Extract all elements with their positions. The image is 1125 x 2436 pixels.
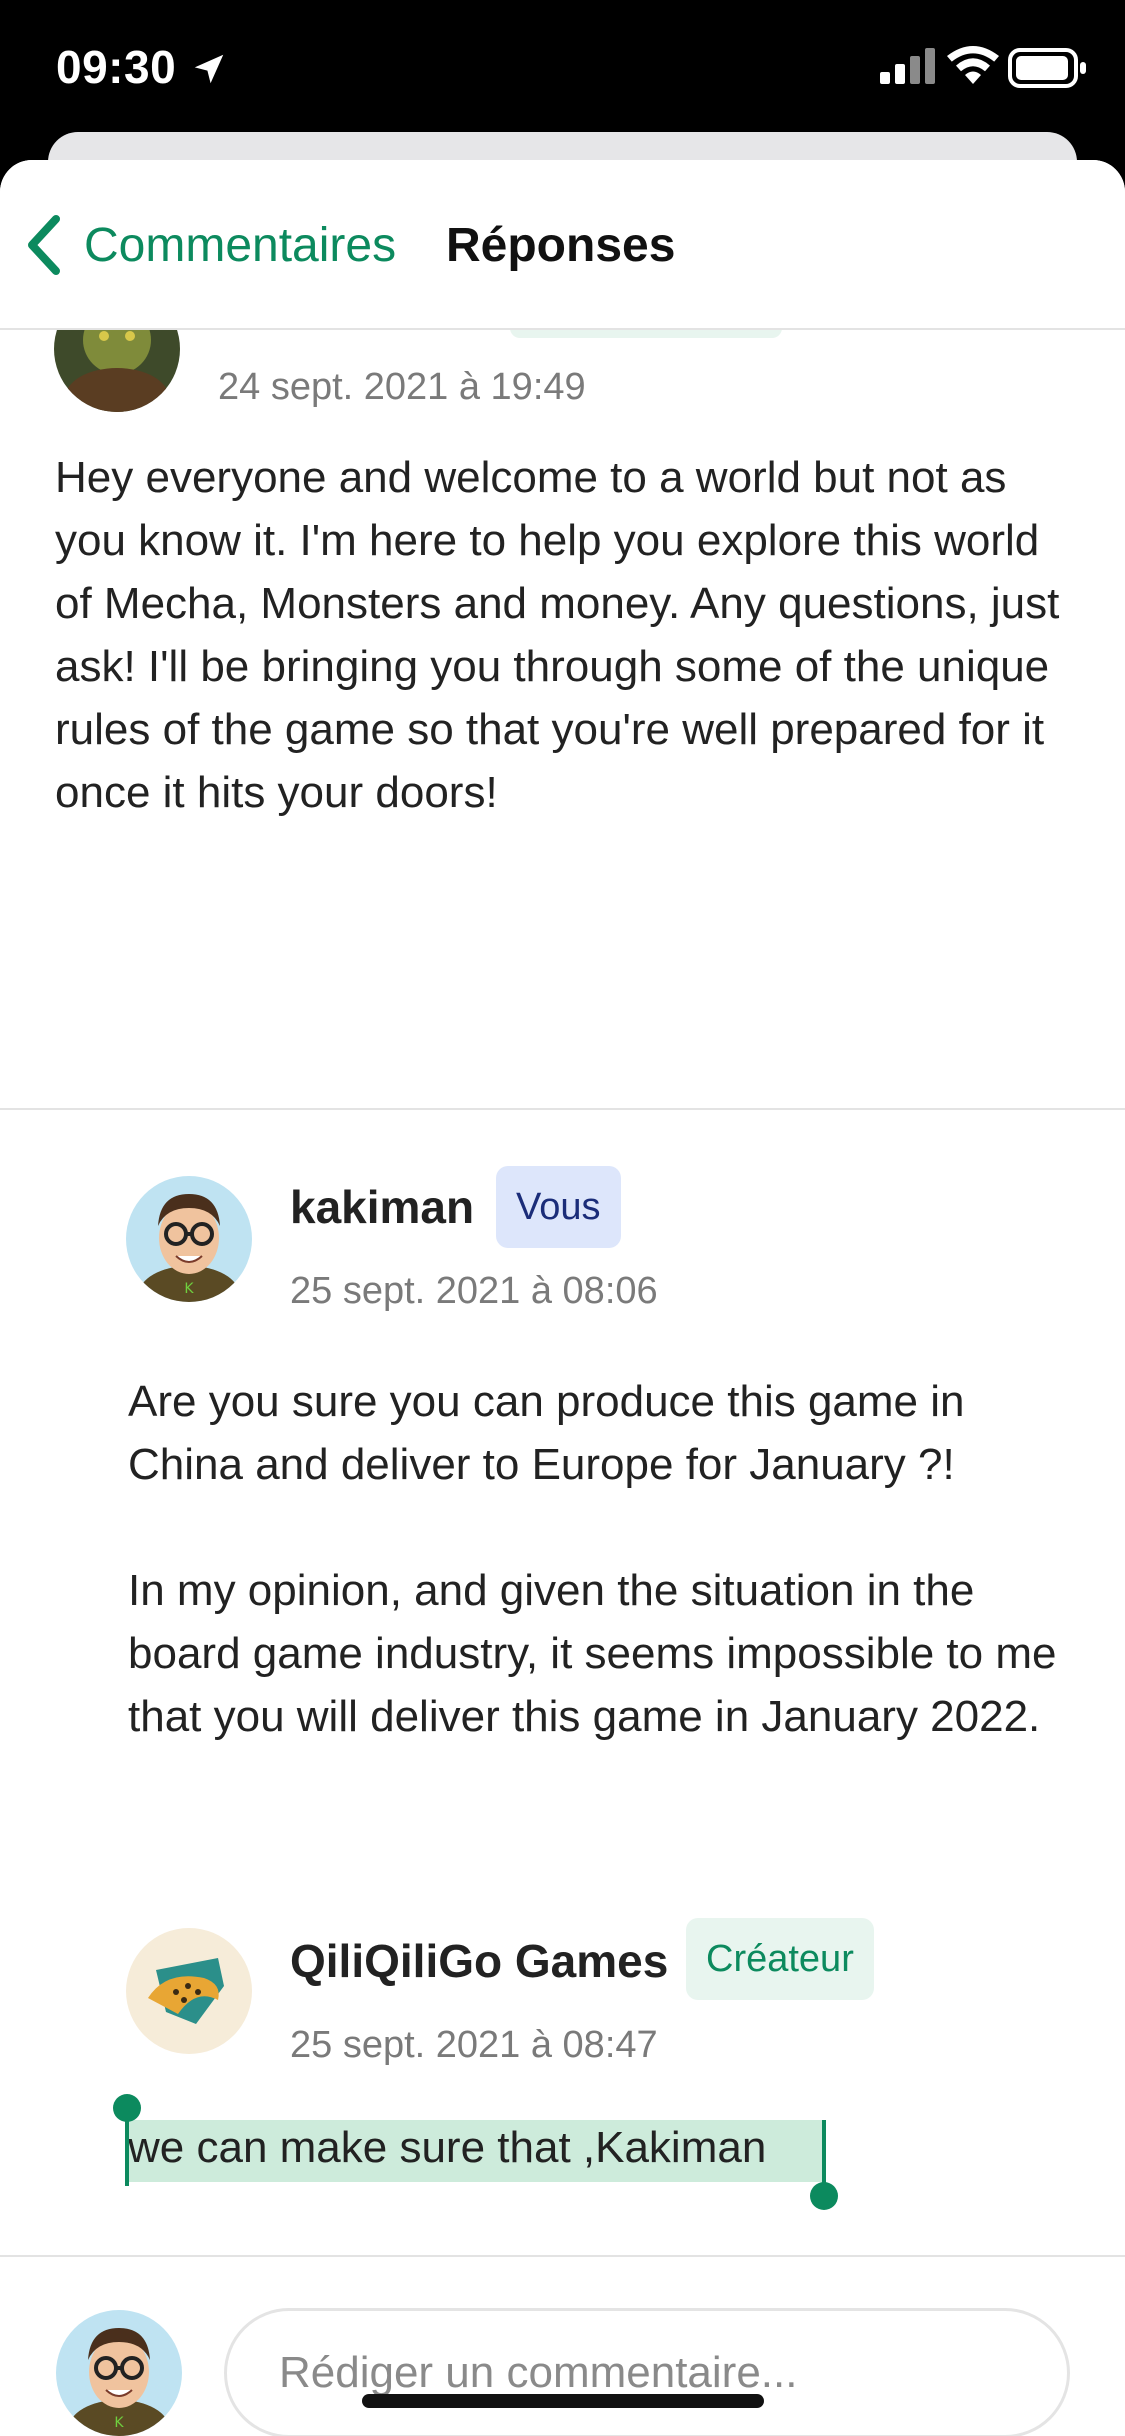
reply-author: QiliQiliGo Games [290,1935,669,1987]
selection-end-handle[interactable] [810,2182,838,2210]
divider [0,2255,1125,2257]
home-indicator[interactable] [362,2394,764,2408]
svg-text:K: K [114,2415,124,2431]
battery-icon [1008,48,1086,88]
svg-text:K: K [184,1281,194,1297]
avatar[interactable] [126,1928,252,2054]
navigation-bar: Commentaires Réponses [0,160,1125,330]
status-bar: 09:30 [0,0,1125,140]
reply-date: 25 sept. 2021 à 08:06 [290,1270,658,1312]
reply-author: kakiman [290,1181,475,1233]
current-user-avatar: K [56,2310,182,2436]
chevron-left-icon[interactable] [24,215,64,275]
app-screen: 09:30 Commentaires Réponses 24 sept. 202… [0,0,1125,2436]
reply-paragraph: Are you sure you can produce this game i… [128,1377,965,1489]
page-title: Réponses [446,219,676,272]
comment-date: 24 sept. 2021 à 19:49 [218,366,586,408]
creator-badge: Créateur [686,1918,874,2000]
reply-body[interactable]: we can make sure that ,Kakiman [128,2118,766,2178]
back-button[interactable]: Commentaires [84,218,396,273]
status-time: 09:30 [56,41,177,93]
divider [0,1108,1125,1110]
you-badge: Vous [496,1166,621,1248]
wifi-icon [947,46,999,84]
signal-icon [880,48,935,84]
selection-start-handle[interactable] [113,2094,141,2122]
comment-input[interactable] [224,2308,1070,2436]
selection-end-handle-bar[interactable] [822,2120,826,2186]
replies-sheet: Commentaires Réponses 24 sept. 2021 à 19… [0,160,1125,2436]
selection-start-handle-bar[interactable] [125,2120,129,2186]
avatar[interactable]: K [126,1176,252,1302]
reply-date: 25 sept. 2021 à 08:47 [290,2024,658,2066]
comment-body: Hey everyone and welcome to a world but … [55,453,1060,817]
reply-body: Are you sure you can produce this game i… [128,1370,1088,1811]
reply-paragraph: In my opinion, and given the situation i… [128,1566,1057,1741]
location-arrow-icon [194,54,224,84]
